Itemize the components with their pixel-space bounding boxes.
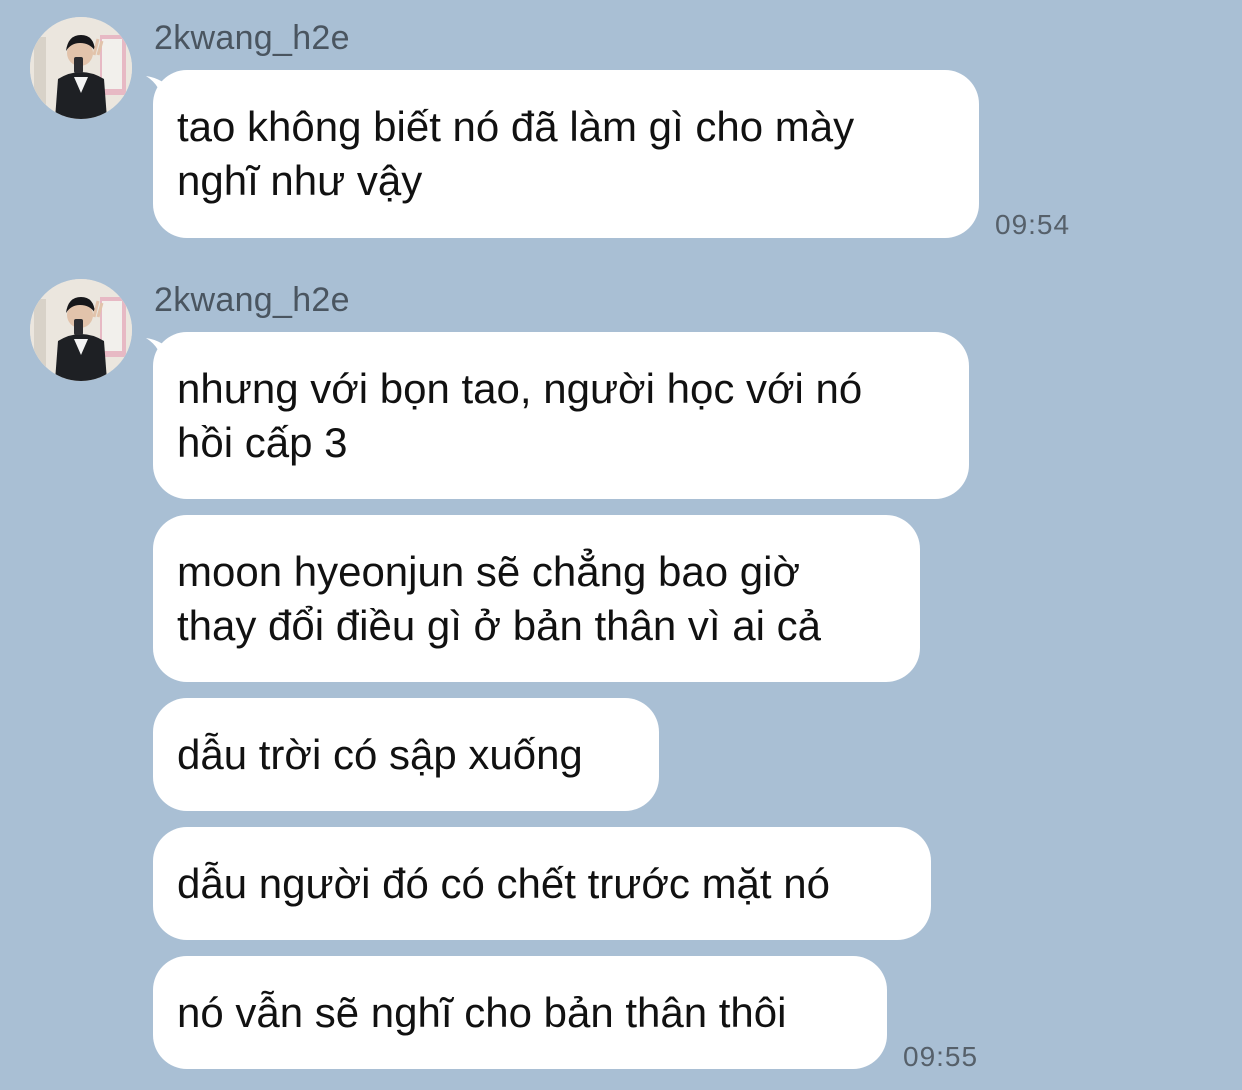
profile-photo-avatar-icon <box>30 17 132 119</box>
message-bubble[interactable]: moon hyeonjun sẽ chẳng bao giờ thay đổi … <box>153 515 920 682</box>
message-bubble[interactable]: nhưng với bọn tao, người học với nó hồi … <box>153 332 969 499</box>
sender-avatar[interactable] <box>30 279 132 381</box>
profile-photo-avatar-icon <box>30 279 132 381</box>
sender-name[interactable]: 2kwang_h2e <box>154 19 350 58</box>
sender-avatar[interactable] <box>30 17 132 119</box>
message-time: 09:55 <box>903 1041 979 1072</box>
message-bubble[interactable]: tao không biết nó đã làm gì cho mày nghĩ… <box>153 70 979 238</box>
message-time: 09:54 <box>995 209 1071 240</box>
sender-name[interactable]: 2kwang_h2e <box>154 281 350 320</box>
message-bubble[interactable]: dẫu trời có sập xuống <box>153 698 659 811</box>
message-bubble[interactable]: nó vẫn sẽ nghĩ cho bản thân thôi <box>153 956 887 1069</box>
message-bubble[interactable]: dẫu người đó có chết trước mặt nó <box>153 827 931 940</box>
